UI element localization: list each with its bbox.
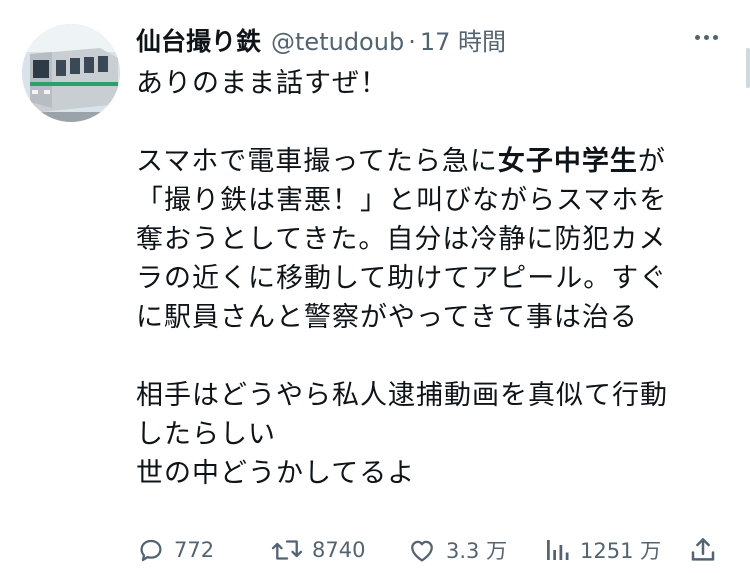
tweet-text-segment: が	[637, 146, 666, 177]
tweet-text-segment: スマホで電車撮ってたら急に	[136, 146, 498, 177]
tweet-line: スマホで電車撮ってたら急に女子中学生が	[136, 142, 736, 181]
views-count: 1251 万	[580, 539, 662, 563]
action-bar: 772 8740 3.3 万 1251 万	[136, 530, 726, 570]
author-handle[interactable]: @tetudoub	[271, 28, 404, 56]
reply-icon	[140, 539, 162, 562]
tweet-card[interactable]: 仙台撮り鉄 @tetudoub · 17 時間 ありのまま話すぜ！ スマホで電車…	[0, 0, 750, 573]
author-name[interactable]: 仙台撮り鉄	[136, 22, 261, 58]
separator-dot: ·	[408, 28, 416, 56]
reply-button[interactable]: 772	[136, 530, 214, 570]
more-dots-icon[interactable]	[686, 22, 726, 52]
views-button[interactable]: 1251 万	[542, 530, 661, 570]
tweet-line: に駅員さんと警察がやってきて事は治る	[136, 302, 638, 333]
share-button[interactable]	[688, 530, 726, 570]
tweet-text: ありのまま話すぜ！ スマホで電車撮ってたら急に女子中学生が 「撮り鉄は害悪！」と…	[136, 64, 736, 493]
tweet-line: したらしい	[136, 419, 276, 450]
share-icon	[691, 538, 715, 561]
tweet-line: 相手はどうやら私人逮捕動画を真似て行動	[136, 380, 668, 411]
tweet-line: 世の中どうかしてるよ	[136, 458, 416, 489]
tweet-line: 「撮り鉄は害悪！」と叫びながらスマホを	[136, 185, 668, 216]
bold-text-segment: 女子中学生	[497, 146, 638, 177]
tweet-line: ラの近くに移動して助けてアピール。すぐ	[136, 263, 668, 294]
like-count: 3.3 万	[446, 539, 508, 563]
scrollbar-edge	[746, 48, 750, 88]
retweet-button[interactable]: 8740	[270, 530, 365, 570]
tweet-header: 仙台撮り鉄 @tetudoub · 17 時間	[136, 22, 506, 58]
avatar[interactable]	[22, 24, 120, 122]
tweet-line: 奪おうとしてきた。自分は冷静に防犯カメ	[136, 224, 667, 255]
retweet-count: 8740	[312, 538, 366, 562]
retweet-icon	[271, 540, 303, 560]
reply-count: 772	[174, 538, 215, 562]
tweet-line: ありのまま話すぜ！	[136, 68, 388, 99]
views-bar-chart-icon	[547, 540, 569, 560]
tweet-timestamp[interactable]: 17 時間	[420, 22, 506, 57]
train-photo-avatar-image	[22, 24, 120, 122]
like-button[interactable]: 3.3 万	[406, 530, 507, 570]
heart-icon	[411, 540, 433, 562]
